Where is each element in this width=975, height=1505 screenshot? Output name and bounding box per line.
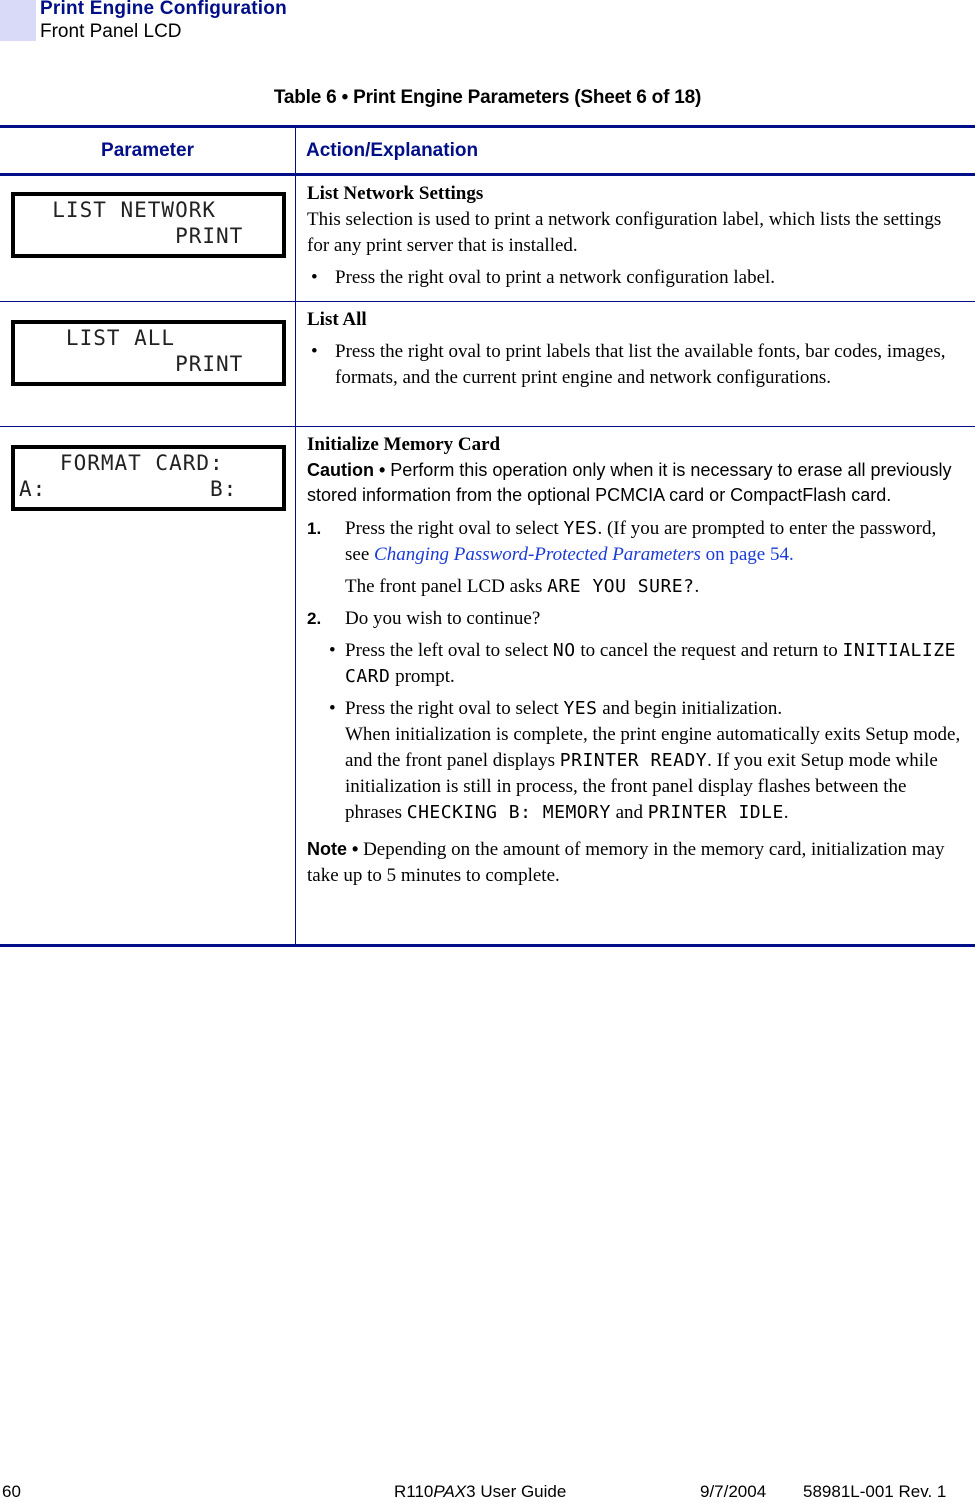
explanation-cell: List All • Press the right oval to print… bbox=[296, 302, 975, 426]
parameter-title: List All bbox=[307, 309, 367, 330]
table-bottom-rule bbox=[0, 944, 975, 947]
parameter-title: List Network Settings bbox=[307, 183, 484, 204]
lcd-line-1: FORMAT CARD: bbox=[19, 451, 224, 475]
parameter-description: This selection is used to print a networ… bbox=[307, 209, 942, 256]
lcd-line-1: LIST ALL bbox=[25, 326, 176, 350]
list-item: • Press the right oval to print labels t… bbox=[307, 339, 963, 391]
table-row: LIST NETWORK PRINT List Network Settings… bbox=[0, 176, 975, 301]
bullet-icon: • bbox=[311, 267, 318, 288]
lcd-line-2: PRINT bbox=[25, 352, 244, 376]
bullet-icon: • bbox=[311, 341, 318, 362]
chapter-title: Print Engine Configuration bbox=[40, 0, 287, 19]
document-id: 58981L-001 Rev. 1 bbox=[803, 1482, 947, 1501]
column-header-action: Action/Explanation bbox=[306, 140, 479, 161]
parameter-cell: FORMAT CARD: A: B: bbox=[0, 427, 296, 944]
page-number: 60 bbox=[2, 1482, 21, 1501]
lcd-display: FORMAT CARD: A: B: bbox=[11, 445, 286, 511]
lcd-line-2: PRINT bbox=[25, 224, 244, 248]
explanation-cell: List Network Settings This selection is … bbox=[296, 176, 975, 301]
section-title: Front Panel LCD bbox=[40, 21, 182, 42]
list-item: • Press the right oval to print a networ… bbox=[307, 265, 963, 291]
explanation-cell: Initialize Memory Card Caution • Perform… bbox=[296, 427, 975, 944]
table-caption: Table 6 • Print Engine Parameters (Sheet… bbox=[273, 87, 702, 108]
parameter-cell: LIST ALL PRINT bbox=[0, 302, 296, 426]
caution-note: Caution • Perform this operation only wh… bbox=[307, 460, 952, 505]
column-header-parameter: Parameter bbox=[0, 128, 296, 173]
parameter-cell: LIST NETWORK PRINT bbox=[0, 176, 296, 301]
parameter-title: Initialize Memory Card bbox=[307, 434, 501, 455]
lcd-display: LIST ALL PRINT bbox=[11, 320, 286, 386]
parameters-table: Parameter Action/Explanation LIST NETWOR… bbox=[0, 125, 975, 947]
header-accent-block bbox=[0, 0, 36, 41]
lcd-line-1: LIST NETWORK bbox=[25, 198, 217, 222]
guide-title: R110PAX3 User Guide bbox=[394, 1482, 567, 1501]
step-2: 2. Do you wish to continue? bbox=[307, 608, 541, 629]
lcd-display: LIST NETWORK PRINT bbox=[11, 192, 286, 258]
note: Note • Depending on the amount of memory… bbox=[307, 839, 945, 886]
table-row: FORMAT CARD: A: B: Initialize Memory Car… bbox=[0, 427, 975, 944]
table-row: LIST ALL PRINT List All • Press the righ… bbox=[0, 302, 975, 426]
list-item: • Press the right oval to select YES and… bbox=[307, 696, 963, 826]
cross-reference-link[interactable]: Changing Password-Protected Parameters bbox=[374, 544, 701, 565]
table-header-row: Parameter Action/Explanation bbox=[0, 128, 975, 173]
footer-date: 9/7/2004 bbox=[700, 1482, 767, 1501]
page-reference-link[interactable]: on page 54. bbox=[701, 544, 794, 565]
list-item: • Press the left oval to select NO to ca… bbox=[307, 638, 963, 690]
lcd-line-2: A: B: bbox=[19, 477, 238, 501]
bullet-icon: • bbox=[329, 640, 336, 661]
step-1: 1. Press the right oval to select YES. (… bbox=[307, 516, 963, 600]
step-1-result: The front panel LCD asks ARE YOU SURE?. bbox=[345, 576, 700, 597]
bullet-icon: • bbox=[329, 698, 336, 719]
